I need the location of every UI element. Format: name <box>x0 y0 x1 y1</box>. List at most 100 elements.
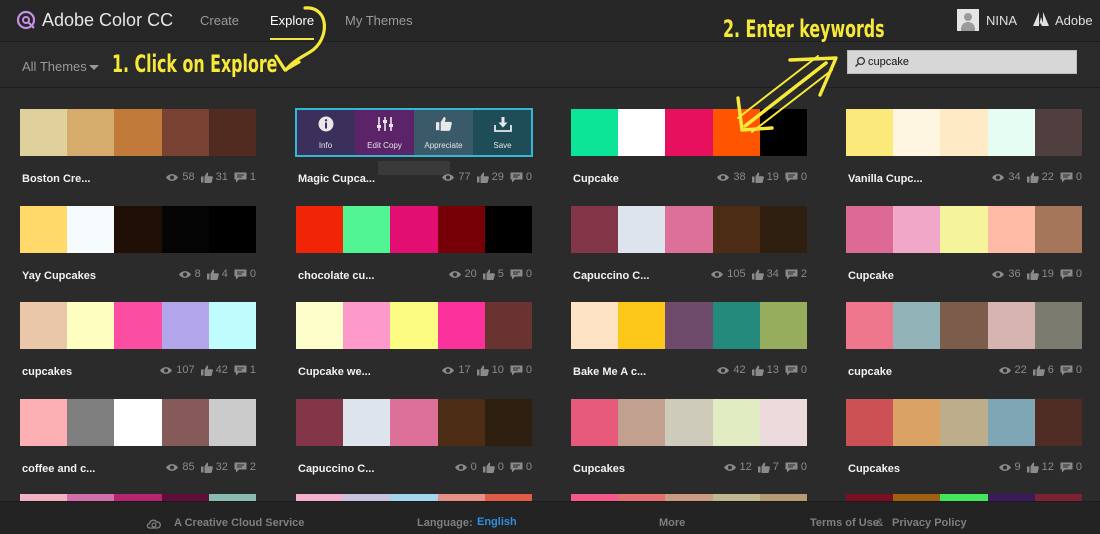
theme-card[interactable]: Vanilla Cupc... 34 22 0 <box>846 109 1083 197</box>
theme-card[interactable]: Cupcake we... 17 10 0 <box>296 302 533 390</box>
theme-card[interactable]: chocolate cu... 20 5 0 <box>296 206 533 294</box>
theme-name[interactable]: Capuccino C... <box>573 270 683 282</box>
color-swatch-strip[interactable] <box>846 206 1083 253</box>
color-swatch <box>343 302 391 349</box>
comment-count: 0 <box>785 364 807 376</box>
theme-name[interactable]: Cupcakes <box>848 463 958 475</box>
color-swatch-strip[interactable] <box>846 302 1083 349</box>
view-count: 36 <box>991 268 1021 280</box>
language-selector[interactable]: English <box>477 516 517 528</box>
color-swatch <box>1034 109 1083 156</box>
theme-card[interactable]: Info Edit Copy Appreciate Save Magic Cupca..… <box>295 108 533 197</box>
theme-name[interactable]: Magic Cupca... <box>298 173 408 185</box>
nav-explore[interactable]: Explore <box>270 13 315 40</box>
color-swatch <box>1034 206 1083 253</box>
theme-name[interactable]: Boston Cre... <box>22 173 132 185</box>
chevron-down-icon[interactable] <box>89 65 99 70</box>
appreciation-count-value: 4 <box>221 268 228 280</box>
nav-my-themes[interactable]: My Themes <box>345 13 413 28</box>
color-swatch-strip[interactable] <box>20 206 257 253</box>
theme-card[interactable]: Capuccino C... 0 0 0 <box>296 399 533 487</box>
color-swatch <box>114 399 162 446</box>
view-count: 9 <box>998 461 1021 473</box>
user-name[interactable]: NINA <box>986 13 1017 28</box>
theme-name[interactable]: cupcakes <box>22 366 132 378</box>
theme-name[interactable]: Cupcakes <box>573 463 683 475</box>
theme-card[interactable]: Cupcakes 9 12 0 <box>846 399 1083 487</box>
theme-stats: 34 22 0 <box>985 171 1082 183</box>
color-swatch-strip[interactable] <box>571 399 808 446</box>
app-title[interactable]: Adobe Color CC <box>42 10 173 31</box>
color-swatch-strip[interactable] <box>20 109 257 156</box>
theme-card[interactable]: Cupcakes 12 7 0 <box>571 399 808 487</box>
view-count-value: 22 <box>1014 364 1027 376</box>
color-swatch-strip[interactable] <box>571 109 808 156</box>
comment-count-value: 0 <box>525 461 532 473</box>
theme-card[interactable]: cupcake 22 6 0 <box>846 302 1083 390</box>
privacy-link[interactable]: Privacy Policy <box>892 517 967 529</box>
theme-stats: 20 5 0 <box>442 268 532 280</box>
theme-card[interactable]: Cupcake 38 19 0 <box>571 109 808 197</box>
comment-icon <box>1060 172 1076 183</box>
color-swatch-strip[interactable] <box>571 206 808 253</box>
thumbs-up-icon <box>1026 462 1042 473</box>
more-link[interactable]: More <box>659 517 685 529</box>
theme-name[interactable]: Yay Cupcakes <box>22 270 132 282</box>
color-swatch-strip[interactable] <box>20 399 257 446</box>
all-themes-dropdown[interactable]: All Themes <box>22 59 87 74</box>
color-swatch <box>665 206 713 253</box>
search-input[interactable] <box>868 53 1068 71</box>
color-swatch <box>893 399 941 446</box>
theme-card[interactable]: Bake Me A c... 42 13 0 <box>571 302 808 390</box>
view-count: 107 <box>159 364 195 376</box>
theme-name[interactable]: Cupcake <box>573 173 683 185</box>
theme-card[interactable]: Boston Cre... 58 31 1 <box>20 109 257 197</box>
thumbs-up-icon <box>200 462 216 473</box>
color-swatch-strip[interactable] <box>846 109 1083 156</box>
comment-icon <box>785 365 801 376</box>
view-count: 22 <box>998 364 1027 376</box>
terms-link[interactable]: Terms of Use <box>810 517 879 529</box>
theme-name[interactable]: Capuccino C... <box>298 463 408 475</box>
appreciation-count-value: 12 <box>1041 461 1054 473</box>
color-swatch-strip[interactable] <box>296 399 533 446</box>
theme-name[interactable]: Cupcake <box>848 270 958 282</box>
theme-name[interactable]: Bake Me A c... <box>573 366 683 378</box>
view-count: 12 <box>723 461 752 473</box>
theme-name[interactable]: chocolate cu... <box>298 270 408 282</box>
comment-icon <box>785 172 801 183</box>
avatar[interactable] <box>957 9 979 31</box>
thumbs-up-icon <box>1026 172 1042 183</box>
color-swatch <box>484 399 533 446</box>
theme-card[interactable]: Cupcake 36 19 0 <box>846 206 1083 294</box>
theme-name[interactable]: cupcake <box>848 366 958 378</box>
color-wheel-logo-icon[interactable] <box>15 9 37 31</box>
view-count: 85 <box>165 461 195 473</box>
theme-card[interactable]: coffee and c... 85 32 2 <box>20 399 257 487</box>
theme-card[interactable]: Capuccino C... 105 34 2 <box>571 206 808 294</box>
appreciation-count: 31 <box>200 171 228 183</box>
theme-name[interactable]: Cupcake we... <box>298 366 408 378</box>
comment-count-value: 0 <box>249 268 256 280</box>
adobe-logo-icon[interactable] <box>1033 12 1049 26</box>
creative-cloud-link[interactable]: A Creative Cloud Service <box>174 517 304 529</box>
nav-create[interactable]: Create <box>200 13 239 28</box>
theme-name[interactable]: coffee and c... <box>22 463 132 475</box>
appreciation-count: 42 <box>200 364 228 376</box>
color-swatch-strip[interactable] <box>20 302 257 349</box>
color-swatch <box>987 399 1035 446</box>
adobe-link[interactable]: Adobe <box>1055 13 1093 28</box>
color-swatch <box>390 206 438 253</box>
theme-name[interactable]: Vanilla Cupc... <box>848 173 958 185</box>
theme-card[interactable]: Yay Cupcakes 8 4 0 <box>20 206 257 294</box>
theme-stats: 17 10 0 <box>435 364 532 376</box>
color-swatch <box>67 302 115 349</box>
color-swatch-strip[interactable] <box>571 302 808 349</box>
color-swatch-strip[interactable] <box>296 302 533 349</box>
theme-card[interactable]: cupcakes 107 42 1 <box>20 302 257 390</box>
annotation-step-2: 2. Enter keywords <box>723 15 885 43</box>
color-swatch-strip[interactable] <box>296 206 533 253</box>
color-swatch-strip[interactable] <box>846 399 1083 446</box>
appreciation-count-value: 19 <box>1041 268 1054 280</box>
search-box[interactable] <box>847 50 1077 74</box>
